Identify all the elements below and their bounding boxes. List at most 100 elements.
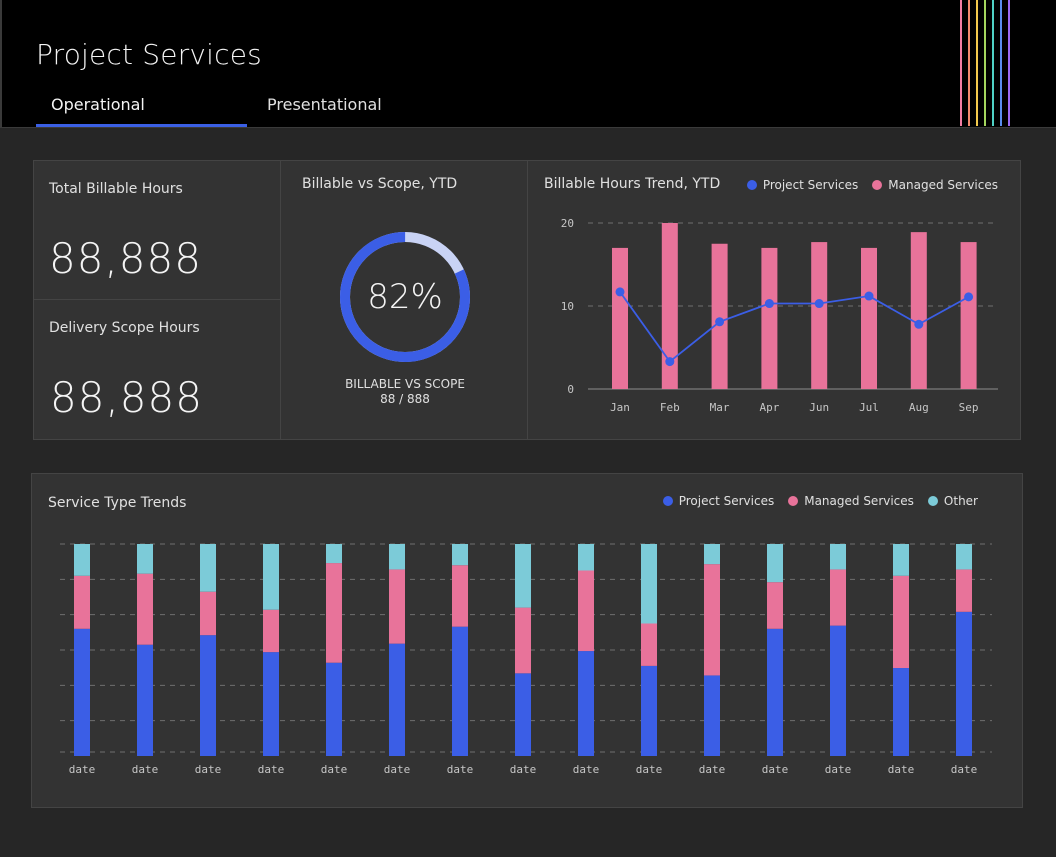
bar-project-services — [263, 652, 279, 756]
gauge-percent: 82% — [367, 277, 443, 317]
header-stripe — [1008, 0, 1010, 126]
page-title: Project Services — [36, 38, 262, 71]
bar-managed-services — [960, 242, 977, 389]
bar-managed-services — [263, 609, 279, 653]
x-tick-label: date — [699, 763, 726, 776]
point-project-services — [615, 287, 625, 297]
bar-managed-services — [515, 607, 531, 674]
bar-other — [641, 544, 657, 624]
header-stripe — [960, 0, 962, 126]
x-tick-label: date — [447, 763, 474, 776]
point-project-services — [814, 299, 824, 309]
bar-project-services — [515, 673, 531, 756]
bar-managed-services — [200, 591, 216, 636]
bar-managed-services — [74, 575, 90, 629]
bar-other — [830, 544, 846, 570]
x-tick-label: date — [951, 763, 978, 776]
y-tick-label: 0 — [567, 383, 574, 396]
x-tick-label: date — [258, 763, 285, 776]
bar-other — [452, 544, 468, 566]
x-tick-label: date — [825, 763, 852, 776]
bar-project-services — [389, 643, 405, 756]
bar-project-services — [641, 665, 657, 756]
point-project-services — [764, 299, 774, 309]
bar-project-services — [326, 662, 342, 756]
bar-project-services — [74, 628, 90, 756]
bar-project-services — [956, 611, 972, 756]
bar-other — [200, 544, 216, 592]
bar-project-services — [704, 675, 720, 756]
billable-vs-scope-card: Billable vs Scope, YTD 82% BILLABLE VS S… — [280, 160, 528, 440]
x-tick-label: Jul — [859, 401, 879, 414]
x-tick-label: date — [195, 763, 222, 776]
bar-other — [137, 544, 153, 574]
x-tick-label: Sep — [959, 401, 979, 414]
bar-managed-services — [612, 247, 628, 389]
bar-other — [263, 544, 279, 610]
billable-hours-trend-card: Billable Hours Trend, YTD Project Servic… — [527, 160, 1021, 440]
bar-project-services — [578, 651, 594, 756]
x-tick-label: date — [636, 763, 663, 776]
bar-managed-services — [910, 232, 927, 389]
bar-other — [515, 544, 531, 608]
brand-stripes — [960, 0, 1010, 126]
tab-presentational[interactable]: Presentational — [252, 95, 452, 127]
bar-managed-services — [830, 569, 846, 626]
bar-project-services — [452, 626, 468, 756]
x-tick-label: date — [384, 763, 411, 776]
bar-project-services — [137, 644, 153, 756]
bar-managed-services — [767, 582, 783, 629]
bar-project-services — [893, 668, 909, 756]
bar-project-services — [830, 625, 846, 756]
bar-other — [893, 544, 909, 576]
bar-managed-services — [389, 569, 405, 644]
bar-managed-services — [137, 573, 153, 645]
x-tick-label: date — [69, 763, 96, 776]
point-project-services — [964, 292, 974, 302]
x-tick-label: date — [762, 763, 789, 776]
header-stripe — [1000, 0, 1002, 126]
total-billable-hours-value: 88,888 — [49, 234, 202, 283]
bar-managed-services — [578, 570, 594, 652]
x-tick-label: Apr — [759, 401, 779, 414]
delivery-scope-hours-card: Delivery Scope Hours 88,888 — [33, 299, 281, 440]
header-stripe — [984, 0, 986, 126]
x-tick-label: date — [510, 763, 537, 776]
header-stripe — [968, 0, 970, 126]
x-tick-label: Jun — [809, 401, 829, 414]
x-tick-label: date — [321, 763, 348, 776]
delivery-scope-hours-label: Delivery Scope Hours — [49, 320, 200, 336]
y-tick-label: 10 — [561, 300, 574, 313]
gauge-caption: BILLABLE VS SCOPE — [345, 377, 465, 391]
bar-managed-services — [326, 563, 342, 663]
bar-project-services — [767, 628, 783, 756]
bar-managed-services — [704, 564, 720, 676]
bar-managed-services — [452, 565, 468, 627]
bar-other — [326, 544, 342, 564]
bar-other — [578, 544, 594, 571]
bar-managed-services — [711, 243, 728, 389]
gauge-ratio: 88 / 888 — [380, 392, 430, 406]
bar-other — [767, 544, 783, 583]
bar-managed-services — [761, 247, 778, 389]
service-type-trends-card: Service Type Trends Project Services Man… — [31, 473, 1023, 808]
x-tick-label: Feb — [660, 401, 680, 414]
bar-other — [956, 544, 972, 570]
delivery-scope-hours-value: 88,888 — [50, 373, 203, 422]
total-billable-hours-label: Total Billable Hours — [49, 181, 183, 197]
bar-managed-services — [861, 247, 877, 389]
bar-managed-services — [893, 575, 909, 669]
tab-operational[interactable]: Operational — [36, 95, 247, 127]
bar-managed-services — [811, 242, 828, 389]
x-tick-label: date — [573, 763, 600, 776]
x-tick-label: date — [888, 763, 915, 776]
point-project-services — [914, 319, 924, 329]
point-project-services — [665, 357, 675, 367]
header-stripe — [992, 0, 994, 126]
header-stripe — [976, 0, 978, 126]
bar-other — [389, 544, 405, 570]
bar-managed-services — [641, 623, 657, 666]
app-header: Project Services Operational Presentatio… — [0, 0, 1056, 128]
bar-other — [74, 544, 90, 576]
bar-managed-services — [956, 569, 972, 612]
